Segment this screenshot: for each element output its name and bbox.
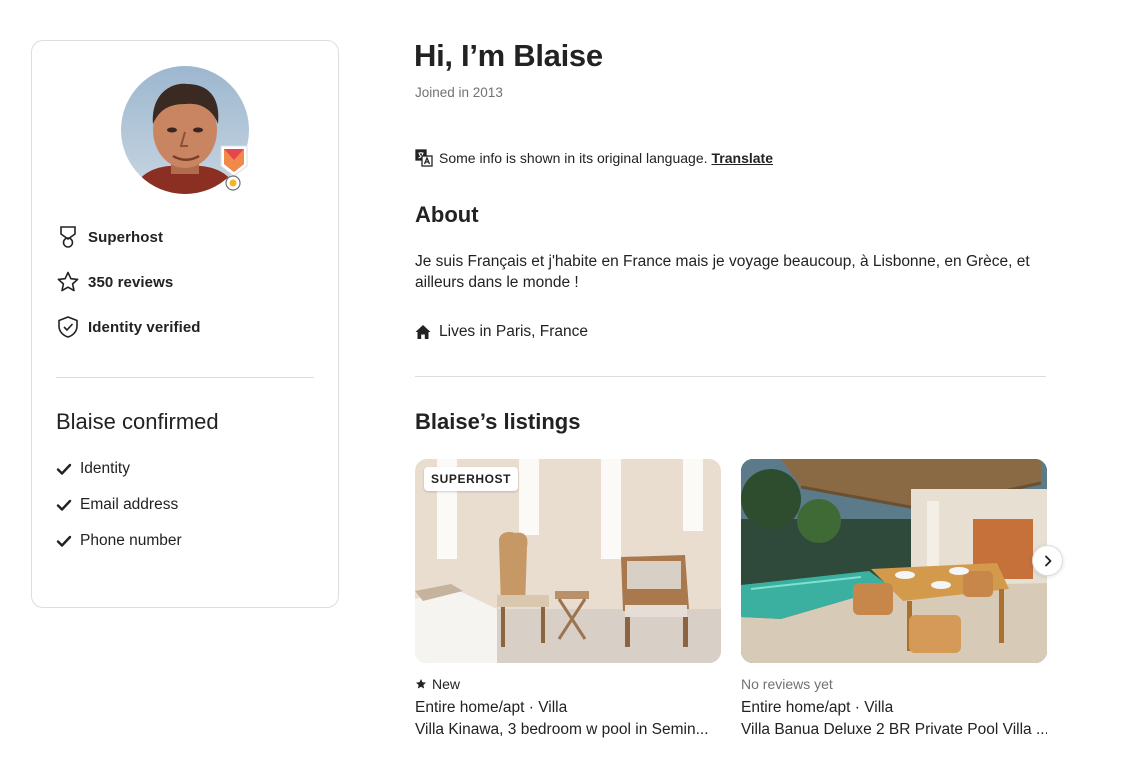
divider [415,376,1046,377]
listing-rating: No reviews yet [741,676,833,692]
joined-date: Joined in 2013 [415,85,503,100]
divider [56,377,314,378]
superhost-medal-icon [56,225,80,249]
stat-label: Superhost [88,228,164,246]
superhost-pill: SUPERHOST [424,467,519,491]
listings-heading: Blaise’s listings [415,409,581,434]
confirmed-item-identity: Identity [56,460,130,478]
home-icon [415,324,431,340]
translation-notice: Some info is shown in its original langu… [415,149,773,167]
stat-reviews[interactable]: 350 reviews [56,269,173,295]
profile-card: Superhost 350 reviews Identity verified … [31,40,339,608]
shield-check-icon [56,315,80,339]
checkmark-icon [56,533,72,549]
avatar-container [121,66,249,194]
confirmed-item-label: Email address [80,496,179,513]
star-icon [56,270,80,294]
listing-type: Entire home/apt · Villa [415,699,568,716]
confirmed-item-phone: Phone number [56,532,182,550]
stat-identity-verified: Identity verified [56,314,201,340]
listing-rating: New [415,675,721,693]
star-filled-icon [415,678,427,690]
listing-card[interactable]: SUPERHOST New Entire home/apt · Villa Vi… [415,459,721,739]
translate-link[interactable]: Translate [712,150,773,166]
listing-photo[interactable] [741,459,1047,663]
checkmark-icon [56,461,72,477]
stat-label: Identity verified [88,318,201,336]
listing-card[interactable]: No reviews yet Entire home/apt · Villa V… [741,459,1047,739]
page-title: Hi, I’m Blaise [414,38,603,73]
superhost-badge-icon [220,145,248,191]
translation-note-text: Some info is shown in its original langu… [439,150,708,166]
lives-in-label: Lives in Paris, France [439,323,589,340]
confirmed-item-label: Identity [80,460,130,477]
about-text: Je suis Français et j'habite en France m… [415,253,1030,291]
stat-superhost: Superhost [56,224,163,250]
confirmed-title: Blaise confirmed [56,409,219,434]
listing-type: Entire home/apt · Villa [741,699,894,716]
chevron-right-icon [1044,555,1051,566]
translate-icon [415,149,433,167]
checkmark-icon [56,497,72,513]
listing-photo[interactable]: SUPERHOST [415,459,721,663]
confirmed-item-label: Phone number [80,532,182,549]
confirmed-item-email: Email address [56,496,178,514]
listing-title[interactable]: Villa Kinawa, 3 bedroom w pool in Semin.… [415,721,721,739]
about-heading: About [415,202,479,227]
listing-title[interactable]: Villa Banua Deluxe 2 BR Private Pool Vil… [741,721,1047,739]
listing-rating-label: New [432,676,461,692]
lives-in: Lives in Paris, France [415,323,588,341]
stat-label: 350 reviews [88,273,174,291]
carousel-next-button[interactable] [1032,545,1063,576]
